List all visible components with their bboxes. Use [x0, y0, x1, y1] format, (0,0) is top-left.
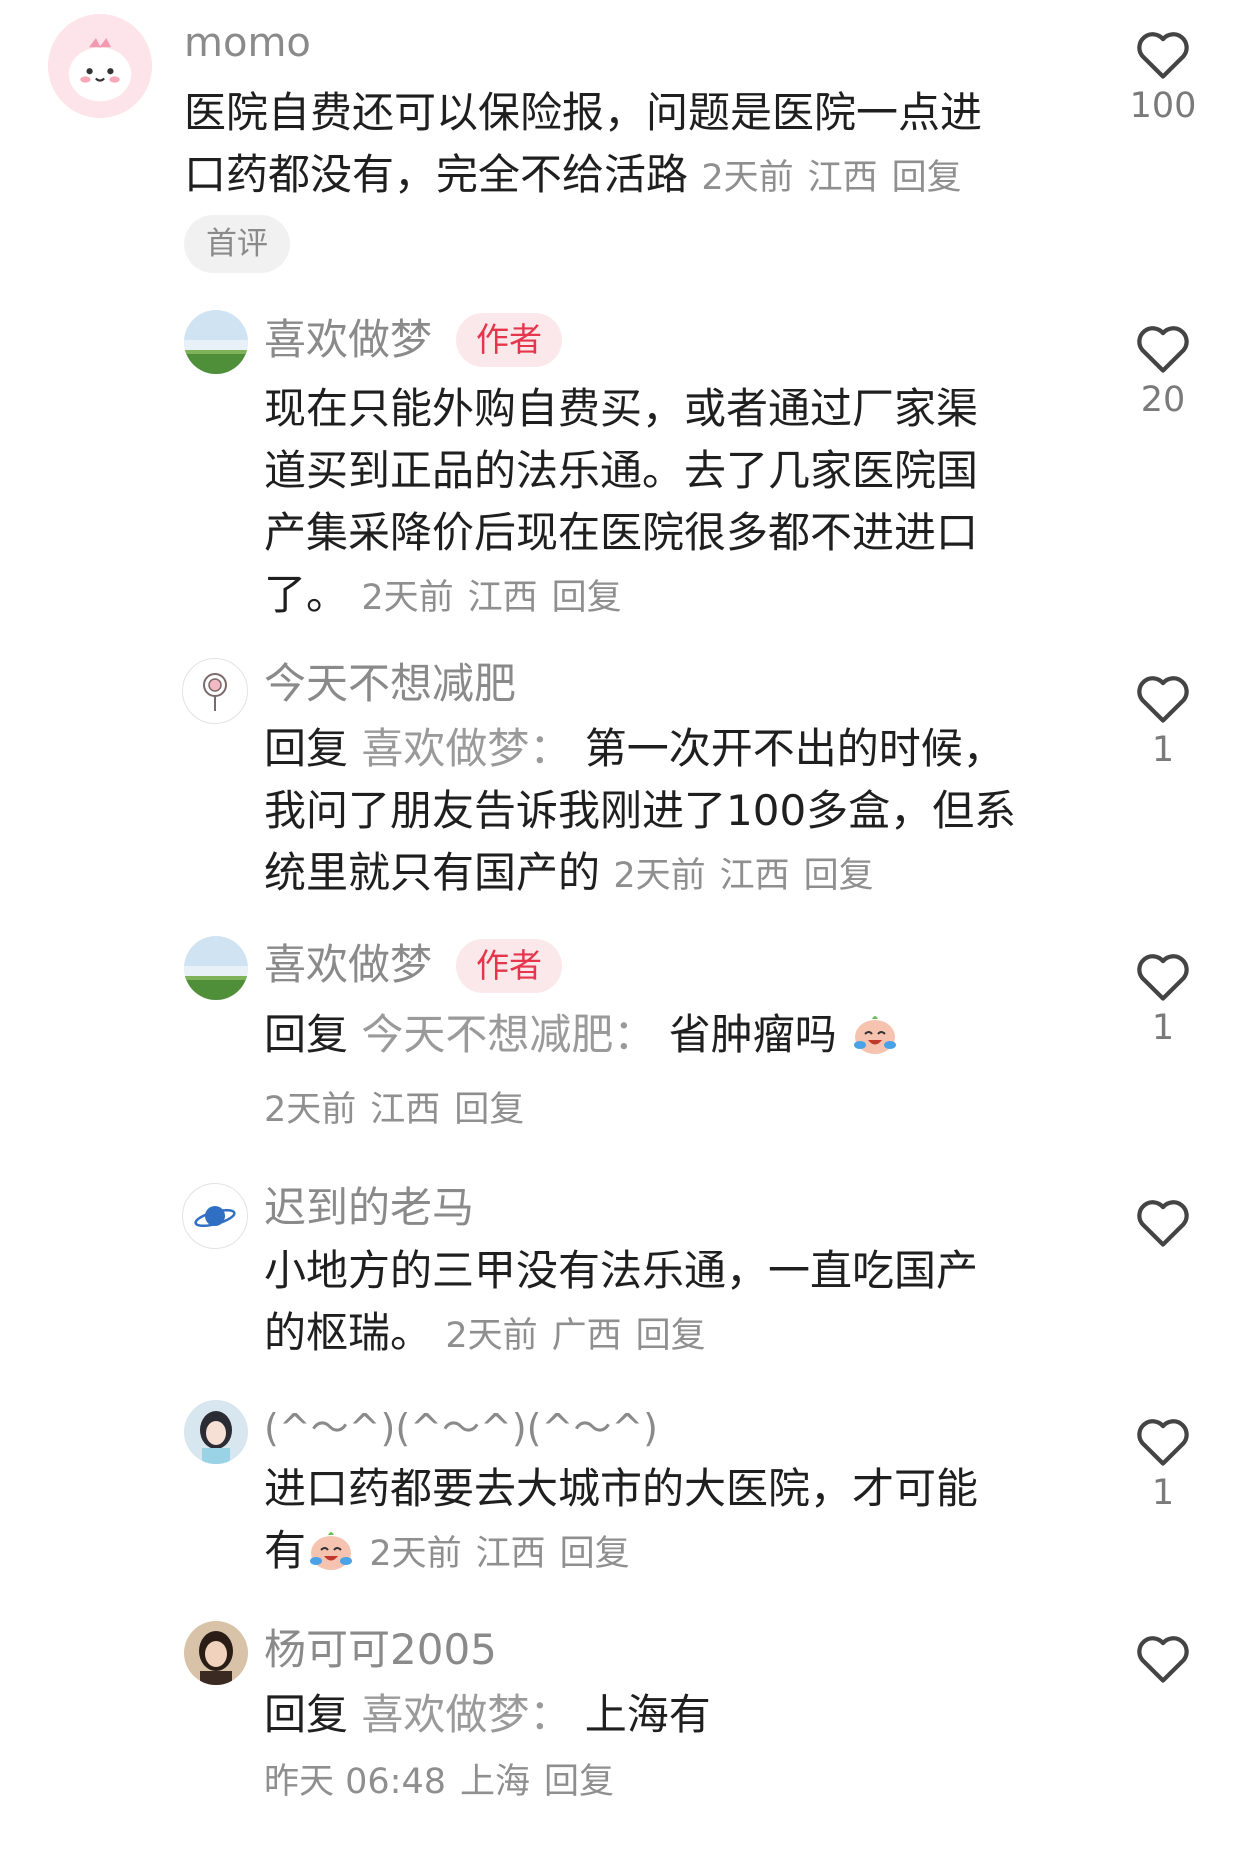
comment-line: 医院自费还可以保险报，问题是医院一点进	[184, 88, 983, 137]
reply-target-username[interactable]: 喜欢做梦：	[361, 724, 571, 773]
heart-outline-icon	[1137, 32, 1189, 79]
reply-button[interactable]: 回复	[544, 1762, 614, 1802]
pink-cartoon-avatar[interactable]	[48, 14, 152, 118]
comment-location: 江西	[807, 158, 878, 198]
heart-outline-icon	[1137, 954, 1189, 1001]
like-button[interactable]: 1	[1113, 672, 1213, 770]
reply-prefix: 回复	[264, 1690, 349, 1739]
crying-laughing-emoji	[310, 1532, 353, 1570]
username[interactable]: 迟到的老马	[264, 1180, 474, 1236]
comment-time: 2天前	[613, 856, 706, 896]
comment-location: 江西	[467, 578, 538, 618]
comment-text: 现在只能外购自费买，或者通过厂家渠 道买到正品的法乐通。去了几家医院国 产集采降…	[264, 378, 978, 626]
like-button[interactable]: 100	[1113, 28, 1213, 126]
reply-button[interactable]: 回复	[552, 578, 622, 618]
comment-meta: 2天前 江西 回复	[701, 158, 975, 198]
heart-outline-icon	[1137, 1200, 1189, 1247]
reply-target-username[interactable]: 喜欢做梦：	[361, 1690, 571, 1739]
comment-line: 小地方的三甲没有法乐通，一直吃国产	[264, 1246, 979, 1295]
comment-line: 产集采降价后现在医院很多都不进进口	[264, 508, 979, 557]
comment-time: 2天前	[701, 158, 794, 198]
comment-line: 道买到正品的法乐通。去了几家医院国	[264, 446, 979, 495]
planet-avatar[interactable]	[182, 1183, 248, 1249]
like-count: 1	[1151, 730, 1175, 770]
like-button[interactable]: 20	[1113, 322, 1213, 420]
comment-line: 现在只能外购自费买，或者通过厂家渠	[264, 384, 979, 433]
comment-text: 进口药都要去大城市的大医院，才可能 有 2天前 江西 回复	[264, 1458, 978, 1582]
heart-outline-icon	[1137, 676, 1189, 723]
reply-prefix: 回复	[264, 1010, 349, 1059]
comment-line: 有	[264, 1526, 307, 1575]
username[interactable]: momo	[184, 18, 311, 68]
comment-time: 2天前	[264, 1090, 357, 1130]
like-count: 20	[1140, 380, 1186, 420]
author-tag: 作者	[456, 939, 562, 993]
girl-avatar[interactable]	[184, 1400, 248, 1464]
like-button[interactable]	[1113, 1196, 1213, 1254]
heart-outline-icon	[1137, 1419, 1189, 1466]
reply-target-username[interactable]: 今天不想减肥：	[361, 1010, 655, 1059]
heart-outline-icon	[1137, 1636, 1189, 1683]
reply-button[interactable]: 回复	[560, 1534, 630, 1574]
reply-button[interactable]: 回复	[454, 1090, 524, 1130]
comment-line: 口药都没有，完全不给活路	[184, 150, 689, 199]
comment-text: 医院自费还可以保险报，问题是医院一点进 口药都没有，完全不给活路 2天前 江西 回复	[184, 82, 982, 206]
comment-text: 回复 喜欢做梦： 上海有	[264, 1684, 711, 1746]
first-comment-badge: 首评	[184, 215, 290, 273]
comment-line: 的枢瑞。	[264, 1308, 433, 1357]
comment-location: 江西	[475, 1534, 546, 1574]
landscape-avatar[interactable]	[184, 936, 248, 1000]
username[interactable]: 今天不想减肥	[264, 656, 516, 712]
username[interactable]: (^～^)(^～^)(^～^)	[264, 1402, 658, 1454]
comment-line: 第一次开不出的时候，	[584, 724, 1005, 773]
comment-text: 回复 今天不想减肥： 省肿瘤吗	[264, 1004, 900, 1066]
like-button[interactable]: 1	[1113, 1415, 1213, 1513]
reply-button[interactable]: 回复	[636, 1316, 706, 1356]
author-tag: 作者	[456, 313, 562, 367]
username[interactable]: 杨可可2005	[264, 1622, 497, 1678]
reply-prefix: 回复	[264, 724, 349, 773]
comment-line: 省肿瘤吗	[668, 1010, 837, 1059]
comment-text: 小地方的三甲没有法乐通，一直吃国产 的枢瑞。 2天前 广西 回复	[264, 1240, 978, 1364]
comment-text: 回复 喜欢做梦： 第一次开不出的时候， 我问了朋友告诉我刚进了100多盒，但系 …	[264, 718, 1016, 904]
comment-meta: 2天前 江西 回复	[264, 1088, 538, 1132]
like-button[interactable]: 1	[1113, 950, 1213, 1048]
comment-time: 2天前	[361, 578, 454, 618]
comment-meta: 2天前 江西 回复	[361, 578, 635, 618]
heart-outline-icon	[1137, 326, 1189, 373]
comment-meta: 昨天 06:48 上海 回复	[264, 1760, 628, 1804]
like-count: 100	[1129, 86, 1197, 126]
comment-line: 上海有	[584, 1690, 711, 1739]
like-count: 1	[1151, 1473, 1175, 1513]
username[interactable]: 喜欢做梦	[264, 312, 432, 368]
woman-photo-avatar[interactable]	[184, 1621, 248, 1685]
comment-time: 2天前	[369, 1534, 462, 1574]
like-count: 1	[1151, 1008, 1175, 1048]
comment-line: 统里就只有国产的	[264, 848, 601, 897]
comment-time: 昨天 06:48	[264, 1762, 446, 1802]
lollipop-avatar[interactable]	[182, 658, 248, 724]
comment-location: 江西	[719, 856, 790, 896]
username[interactable]: 喜欢做梦	[264, 937, 432, 993]
comment-line: 我问了朋友告诉我刚进了100多盒，但系	[264, 786, 1017, 835]
comment-location: 广西	[551, 1316, 622, 1356]
comment-meta: 2天前 江西 回复	[613, 856, 887, 896]
comment-location: 江西	[370, 1090, 441, 1130]
comment-line: 进口药都要去大城市的大医院，才可能	[264, 1464, 979, 1513]
comment-time: 2天前	[445, 1316, 538, 1356]
comment-meta: 2天前 江西 回复	[369, 1534, 643, 1574]
reply-button[interactable]: 回复	[804, 856, 874, 896]
comment-location: 上海	[460, 1762, 531, 1802]
reply-button[interactable]: 回复	[892, 158, 962, 198]
like-button[interactable]	[1113, 1632, 1213, 1690]
crying-laughing-emoji	[854, 1016, 897, 1054]
comment-meta: 2天前 广西 回复	[445, 1316, 719, 1356]
landscape-avatar[interactable]	[184, 310, 248, 374]
comment-line: 了。	[264, 570, 349, 619]
